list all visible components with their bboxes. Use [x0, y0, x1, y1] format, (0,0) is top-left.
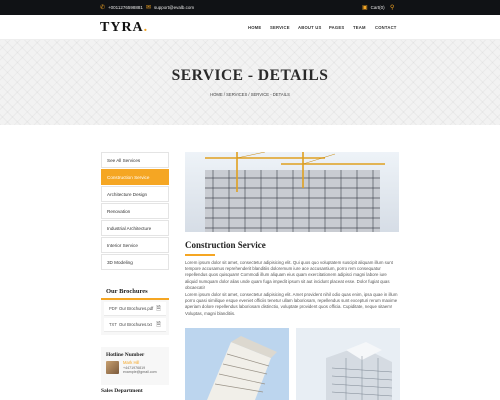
topbar-email[interactable]: ✉ support@evalb.com [146, 0, 194, 15]
file-type: TXT [109, 322, 117, 327]
avatar [106, 361, 119, 374]
construction-illustration [185, 152, 399, 232]
sidebar-item-renovation[interactable]: Renovation [101, 203, 169, 219]
nav-team[interactable]: TEAM [353, 15, 366, 40]
cart-icon: ▣ [362, 4, 368, 11]
brochure-txt[interactable]: TXT Our Brochures.txt 🗎 [104, 318, 166, 332]
brochures-box: Our Brochures PDF Our Brochures.pdf 🗎 TX… [101, 283, 169, 335]
document-icon: 🗎 [156, 321, 161, 328]
construction-image [185, 152, 399, 232]
phone-text: +0011276598881 [108, 5, 143, 10]
hotline-contact: Mark Hill +4471976819 example@gmail.com [101, 360, 169, 375]
site-logo[interactable]: TYRA. [100, 20, 148, 36]
nav-contact[interactable]: CONTACT [375, 15, 397, 40]
brochures-title: Our Brochures [101, 283, 169, 300]
document-icon: 🗎 [156, 305, 161, 312]
breadcrumb[interactable]: HOME / SERVICES / SERVICE - DETAILS [0, 92, 500, 97]
top-bar: ✆ +0011276598881 ✉ support@evalb.com ▣ C… [0, 0, 500, 15]
hotline-title: Hotline Number [106, 352, 145, 358]
search-button[interactable]: ⚲ [390, 0, 397, 15]
sidebar-item-3d-modeling[interactable]: 3D Modeling [101, 254, 169, 270]
sidebar-item-see-all[interactable]: See All Services [101, 152, 169, 168]
logo-dot: . [143, 20, 149, 35]
service-menu: See All Services Construction Service Ar… [101, 152, 169, 271]
brochure-pdf[interactable]: PDF Our Brochures.pdf 🗎 [104, 302, 166, 316]
nav-home[interactable]: HOME [248, 15, 261, 40]
sidebar-item-architecture[interactable]: Architecture Design [101, 186, 169, 202]
main-header: TYRA. HOME SERVICE ABOUT US PAGES TEAM C… [0, 15, 500, 40]
sidebar-item-industrial[interactable]: Industrial Architecture [101, 220, 169, 236]
content-title: Construction Service [185, 240, 266, 250]
building-illustration [185, 328, 289, 400]
content-paragraph: Lorem ipsum dolor sit amet, consectetur … [185, 260, 393, 290]
building-illustration [296, 328, 400, 400]
title-underline [185, 254, 215, 256]
phone-icon: ✆ [100, 4, 106, 11]
content-paragraph: Lorem ipsum dolor sit amet, consectetur … [185, 292, 398, 316]
topbar-phone[interactable]: ✆ +0011276598881 [100, 0, 143, 15]
email-text: support@evalb.com [154, 5, 195, 10]
mail-icon: ✉ [146, 4, 152, 11]
file-name: Our Brochures.txt [119, 322, 152, 327]
cart-link[interactable]: ▣ Cart(0) [362, 0, 385, 15]
file-type: PDF [109, 306, 118, 311]
building-photo [185, 328, 289, 400]
contact-email[interactable]: example@gmail.com [123, 370, 157, 375]
logo-text: TYRA [100, 20, 144, 35]
hotline-details: Mark Hill +4471976819 example@gmail.com [123, 360, 157, 375]
file-name: Our Brochures.pdf [119, 306, 154, 311]
hotline-box: Hotline Number Mark Hill +4471976819 exa… [101, 347, 169, 385]
building-photo [296, 328, 400, 400]
nav-pages[interactable]: PAGES [329, 15, 344, 40]
cart-text: Cart(0) [370, 5, 385, 10]
nav-about-us[interactable]: ABOUT US [298, 15, 321, 40]
search-icon: ⚲ [390, 4, 395, 11]
nav-service[interactable]: SERVICE [270, 15, 290, 40]
page-banner: SERVICE - DETAILS HOME / SERVICES / SERV… [0, 40, 500, 125]
sales-department-title: Sales Department [101, 388, 143, 394]
sidebar-item-construction[interactable]: Construction Service [101, 169, 169, 185]
page-title: SERVICE - DETAILS [171, 67, 329, 84]
sidebar-item-interior[interactable]: Interior Service [101, 237, 169, 253]
